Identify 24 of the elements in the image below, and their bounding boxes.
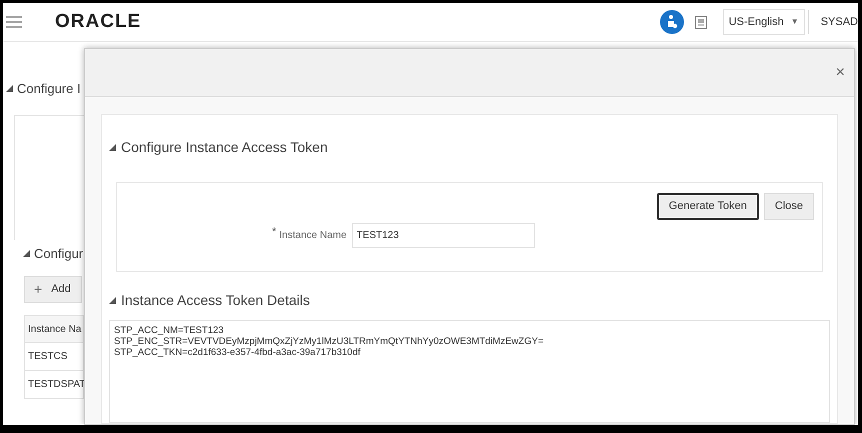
required-mark: * (272, 225, 276, 240)
menu-icon[interactable] (6, 16, 22, 28)
field-label: Instance Name (279, 229, 347, 243)
caret-icon: ▼ (790, 16, 799, 28)
accessibility-icon[interactable] (660, 10, 684, 34)
collapse-triangle-icon[interactable] (23, 250, 30, 257)
section-title: Instance Access Token Details (121, 291, 310, 310)
column-header: Instance Na (24, 315, 84, 343)
instance-name-field[interactable]: TEST123 (352, 223, 535, 248)
section-title: Configure Instance Access Token (121, 138, 328, 157)
user-name[interactable]: SYSAD (820, 14, 858, 30)
close-button[interactable]: Close (764, 193, 814, 220)
contact-card-icon[interactable] (694, 16, 707, 28)
token-details-field[interactable]: STP_ACC_NM=TEST123 STP_ENC_STR=VEVTVDEyMzpjMmQxZjYzMy1lMzU3LTRmYmQtYTNhYy0zOWE3MTdiMzEwZGY= STP_ACC_TKN=c2d1f633-e357-4fbd-a3ac-39a717b310df (109, 320, 830, 423)
collapse-triangle-icon[interactable] (109, 297, 116, 304)
plus-icon: + (34, 279, 42, 300)
section-title: Configure I (17, 80, 81, 98)
section-title: Configur (34, 244, 84, 263)
generate-token-button[interactable]: Generate Token (656, 193, 759, 220)
collapse-triangle-icon[interactable] (6, 85, 13, 92)
collapse-triangle-icon[interactable] (109, 144, 116, 151)
language-select[interactable]: US-English ▼ (722, 9, 805, 35)
add-button[interactable]: + Add (24, 276, 82, 303)
oracle-logo: ORACLE (55, 10, 142, 34)
